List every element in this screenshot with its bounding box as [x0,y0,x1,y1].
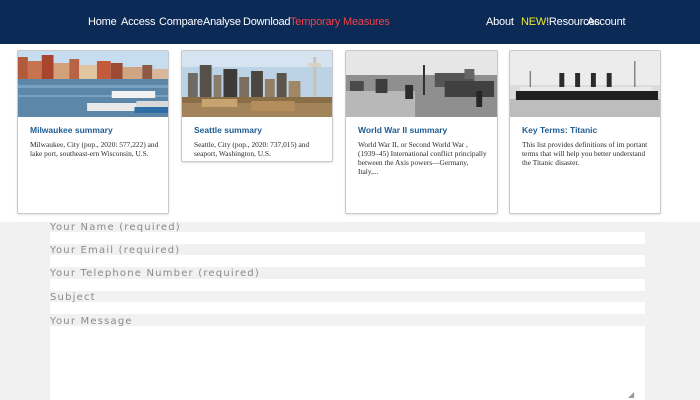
ww2-battlefield-photo [346,51,497,117]
card-description: Milwaukee, City (pop., 2020: 577,222) an… [30,140,159,158]
card-title: Key Terms: Titanic [522,125,598,135]
card-title: Seattle summary [194,125,263,135]
subject-field[interactable] [50,302,645,314]
milwaukee-harbor-photo [18,51,168,117]
message-textarea[interactable] [50,326,645,400]
card-description: This list provides definitions of im por… [522,140,648,167]
card-description: World War II, or Second World War , (193… [358,140,487,176]
nav-compare[interactable]: Compare [159,0,203,44]
card-titanic[interactable]: Key Terms: Titanic This list provides de… [509,50,661,214]
titanic-ship-photo [510,51,660,117]
nav-home[interactable]: Home [88,0,117,44]
phone-label: Your Telephone Number (required) [50,268,260,279]
phone-field[interactable] [50,279,645,291]
summary-cards: Milwaukee summary Milwaukee, City (pop.,… [0,44,700,222]
nav-temporary-measures[interactable]: Temporary Measures [290,0,390,44]
card-title: Milwaukee summary [30,125,113,135]
top-navigation: Home Access Compare Analyse Download Tem… [0,0,700,44]
name-field[interactable] [50,232,645,244]
nav-about[interactable]: About [486,0,514,44]
seattle-skyline-photo [182,51,332,117]
nav-access[interactable]: Access [121,0,155,44]
nav-download[interactable]: Download [243,0,291,44]
card-world-war-ii[interactable]: World War II summary World War II, or Se… [345,50,498,214]
new-badge: NEW! [521,16,549,28]
card-title: World War II summary [358,125,448,135]
nav-account[interactable]: Account [587,0,626,44]
card-milwaukee[interactable]: Milwaukee summary Milwaukee, City (pop.,… [17,50,169,214]
card-seattle[interactable]: Seattle summary Seattle, City (pop., 202… [181,50,333,162]
card-description: Seattle, City (pop., 2020: 737,015) and … [194,140,310,158]
nav-analyse[interactable]: Analyse [203,0,241,44]
email-field[interactable] [50,255,645,267]
resize-grip-icon[interactable]: ◢ [628,391,640,399]
contact-form: Your Name (required) Your Email (require… [0,222,700,400]
